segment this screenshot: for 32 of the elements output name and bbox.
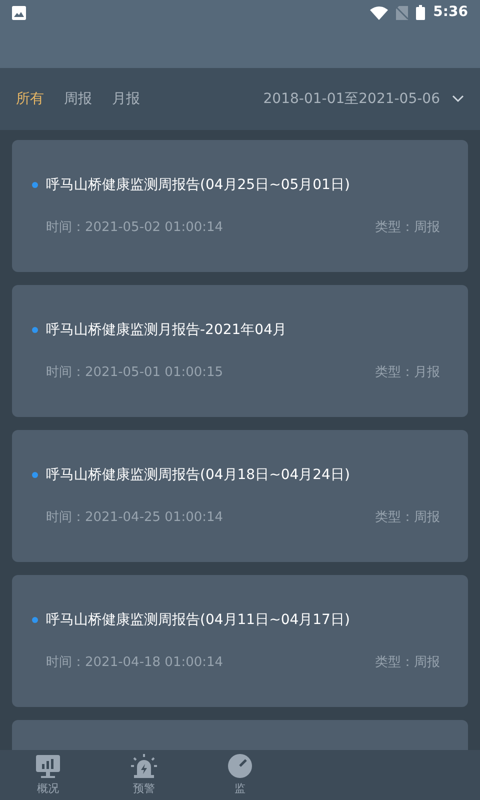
report-time: 时间：2021-04-25 01:00:14 (46, 508, 224, 527)
monitor-chart-icon (35, 752, 61, 779)
filter-tab[interactable]: 所有 (16, 88, 44, 110)
report-type: 类型：周报 (375, 218, 440, 237)
chevron-down-icon (452, 95, 464, 103)
report-type: 类型：月报 (375, 364, 440, 382)
report-card[interactable]: 呼马山桥健康监测月报告-2021年04月 时间：2021-05-01 01:00:15 类型：月报 (12, 285, 468, 417)
report-title: 呼马山桥健康监测周报告(04月11日~04月17日) (46, 610, 350, 630)
no-sim-icon (396, 6, 408, 20)
nav-item[interactable]: 监 (192, 752, 288, 798)
report-type: 类型：周报 (375, 654, 440, 672)
filter-tab[interactable]: 月报 (112, 88, 140, 110)
report-title: 呼马山桥健康监测周报告(04月18日~04月24日) (46, 466, 350, 485)
image-icon (12, 6, 26, 20)
report-card[interactable]: 呼马山桥健康监测周报告(04月18日~04月24日) 时间：2021-04-25 01:00:14 类型：周报 (12, 430, 468, 562)
report-time: 时间：2021-05-01 01:00:15 (46, 364, 224, 382)
report-card[interactable]: 呼马山桥健康监测周报告(04月25日~05月01日) 时间：2021-05-02 01:00:14 类型：周报 (12, 140, 468, 272)
filter-tab[interactable]: 周报 (64, 88, 92, 110)
battery-icon (416, 5, 426, 20)
report-type: 类型：周报 (375, 508, 440, 527)
nav-item[interactable]: 概况 (0, 752, 96, 798)
nav-item[interactable]: 预警 (96, 752, 192, 798)
wifi-icon (370, 6, 388, 20)
report-time: 时间：2021-05-02 01:00:14 (46, 218, 224, 237)
date-range-selector[interactable]: 2018-01-01至2021-05-06 (263, 88, 464, 110)
report-card[interactable]: 呼马山桥健康监测周报告(04月11日~04月17日) 时间：2021-04-18 01:00:14 类型：周报 (12, 575, 468, 707)
status-time: 5:36 (433, 3, 468, 22)
report-title: 呼马山桥健康监测月报告-2021年04月 (46, 320, 286, 340)
report-time: 时间：2021-04-18 01:00:14 (46, 654, 224, 672)
alarm-light-icon (130, 752, 158, 779)
gauge-icon (227, 752, 253, 779)
report-title: 呼马山桥健康监测周报告(04月25日~05月01日) (46, 176, 350, 195)
